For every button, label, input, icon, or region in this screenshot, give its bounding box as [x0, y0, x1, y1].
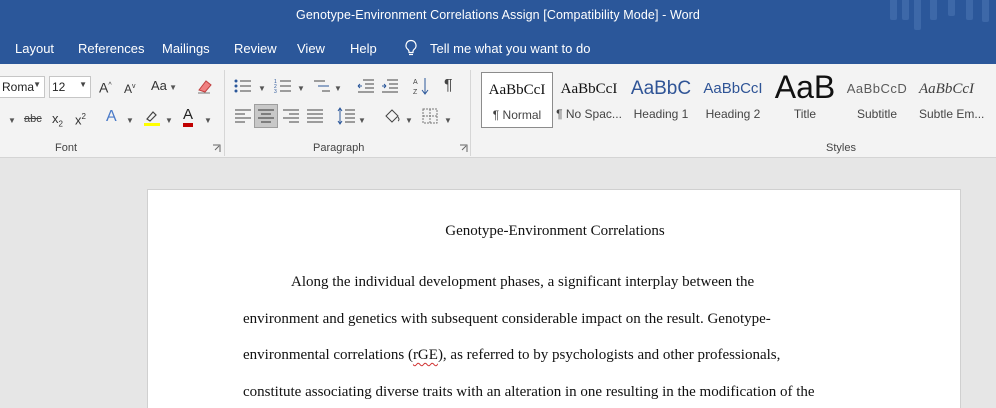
change-case-button[interactable]: Aa ▼ [151, 77, 177, 97]
title-bar: Genotype-Environment Correlations Assign… [0, 0, 996, 32]
chevron-down-icon: ▼ [33, 80, 41, 89]
style-sample: AaBbCcI [919, 81, 974, 97]
bullets-icon[interactable] [234, 78, 252, 94]
shading-icon[interactable] [383, 107, 401, 125]
tab-review[interactable]: Review [234, 41, 277, 56]
dialog-launcher-icon[interactable] [212, 144, 221, 153]
chevron-down-icon[interactable]: ▼ [8, 112, 16, 130]
paragraph-line-1: Along the individual development phases,… [291, 274, 755, 290]
dialog-launcher-icon[interactable] [459, 144, 468, 153]
style-name: Subtitle [856, 107, 898, 121]
increase-indent-icon[interactable] [381, 78, 399, 94]
style-name: ¶ No Spac... [556, 107, 622, 121]
paragraph-line-4: constitute associating diverse traits wi… [243, 384, 815, 400]
style-sample: AaBbCcI [488, 82, 546, 98]
chevron-down-icon[interactable]: ▼ [405, 112, 413, 130]
style-name: Heading 2 [705, 107, 761, 121]
align-center-icon [258, 109, 274, 123]
tab-mailings[interactable]: Mailings [162, 41, 210, 56]
clear-formatting-icon[interactable] [196, 78, 214, 94]
tab-help[interactable]: Help [350, 41, 377, 56]
tab-view[interactable]: View [297, 41, 325, 56]
tell-me-search[interactable]: Tell me what you want to do [430, 41, 590, 56]
chevron-down-icon[interactable]: ▼ [165, 112, 173, 130]
tab-references[interactable]: References [78, 41, 144, 56]
strikethrough-button[interactable]: abc [24, 110, 42, 128]
chevron-down-icon[interactable]: ▼ [297, 80, 305, 98]
style-heading-1[interactable]: AaBbC Heading 1 [625, 72, 697, 128]
menu-bar: Layout References Mailings Review View H… [0, 32, 996, 64]
font-group-label: Font [55, 142, 78, 154]
lightbulb-icon [405, 39, 417, 56]
align-center-button[interactable] [254, 104, 278, 128]
ribbon: Roma ▼ 12 ▼ A^ Av Aa ▼ ▼ abc x2 x2 A ▼ ▼… [0, 64, 996, 158]
numbering-icon[interactable]: 123 [274, 78, 292, 94]
paragraph-group-label: Paragraph [313, 142, 365, 154]
subscript-button[interactable]: x2 [52, 110, 63, 134]
document-page[interactable]: Genotype-Environment Correlations Along … [147, 189, 961, 408]
chevron-down-icon: ▼ [79, 80, 87, 89]
align-right-icon[interactable] [283, 109, 299, 123]
shrink-font-button[interactable]: Av [124, 78, 136, 98]
style-normal[interactable]: AaBbCcI ¶ Normal [481, 72, 553, 128]
group-separator [470, 70, 471, 156]
font-name-value: Roma [2, 80, 35, 94]
paragraph-line-3: environmental correlations (rGE), as ref… [243, 347, 781, 363]
spelling-error-word[interactable]: rGE [413, 347, 438, 363]
style-title[interactable]: AaB Title [769, 72, 841, 128]
chevron-down-icon[interactable]: ▼ [334, 80, 342, 98]
font-name-combo[interactable]: Roma ▼ [0, 76, 45, 98]
svg-text:A: A [413, 79, 418, 86]
style-sample: AaB [774, 72, 836, 105]
chevron-down-icon[interactable]: ▼ [258, 80, 266, 98]
show-formatting-marks-icon[interactable]: ¶ [444, 77, 453, 95]
text-effects-button[interactable]: A [106, 108, 117, 126]
decrease-indent-icon[interactable] [357, 78, 375, 94]
group-separator [224, 70, 225, 156]
font-color-button[interactable]: A [183, 107, 194, 127]
grow-font-button[interactable]: A^ [99, 77, 112, 97]
style-heading-2[interactable]: AaBbCcI Heading 2 [697, 72, 769, 128]
styles-group-label: Styles [826, 142, 856, 154]
font-size-value: 12 [52, 80, 66, 94]
document-title: Genotype-Environment Correlations [445, 223, 665, 239]
multilevel-list-icon[interactable] [313, 78, 331, 94]
style-sample: AaBbC [630, 78, 692, 99]
chevron-down-icon[interactable]: ▼ [358, 112, 366, 130]
style-sample: AaBbCcI [703, 80, 763, 97]
align-left-icon[interactable] [235, 109, 251, 123]
title-bar-decoration [886, 0, 996, 32]
borders-icon[interactable] [422, 108, 438, 124]
highlight-icon[interactable] [143, 109, 161, 127]
justify-icon[interactable] [307, 109, 323, 123]
font-size-combo[interactable]: 12 ▼ [49, 76, 91, 98]
tab-layout[interactable]: Layout [15, 41, 54, 56]
chevron-down-icon[interactable]: ▼ [444, 112, 452, 130]
style-name: Subtle Em... [919, 107, 985, 121]
svg-text:Z: Z [413, 89, 418, 96]
window-title: Genotype-Environment Correlations Assign… [296, 8, 700, 22]
style-subtitle[interactable]: AaBbCcD Subtitle [841, 72, 913, 128]
style-name: Heading 1 [633, 107, 689, 121]
style-no-spacing[interactable]: AaBbCcI ¶ No Spac... [553, 72, 625, 128]
style-subtle-emphasis[interactable]: AaBbCcI Subtle Em... [913, 72, 996, 128]
style-sample: AaBbCcD [846, 81, 908, 96]
style-name: ¶ Normal [492, 108, 542, 122]
chevron-down-icon[interactable]: ▼ [204, 112, 212, 130]
style-sample: AaBbCcI [560, 81, 618, 97]
line-spacing-icon[interactable] [337, 107, 355, 125]
chevron-down-icon[interactable]: ▼ [126, 112, 134, 130]
style-name: Title [793, 107, 817, 121]
svg-text:3: 3 [274, 89, 277, 94]
paragraph-line-2: environment and genetics with subsequent… [243, 311, 771, 327]
sort-icon[interactable]: A Z [413, 76, 429, 96]
superscript-button[interactable]: x2 [75, 108, 86, 129]
